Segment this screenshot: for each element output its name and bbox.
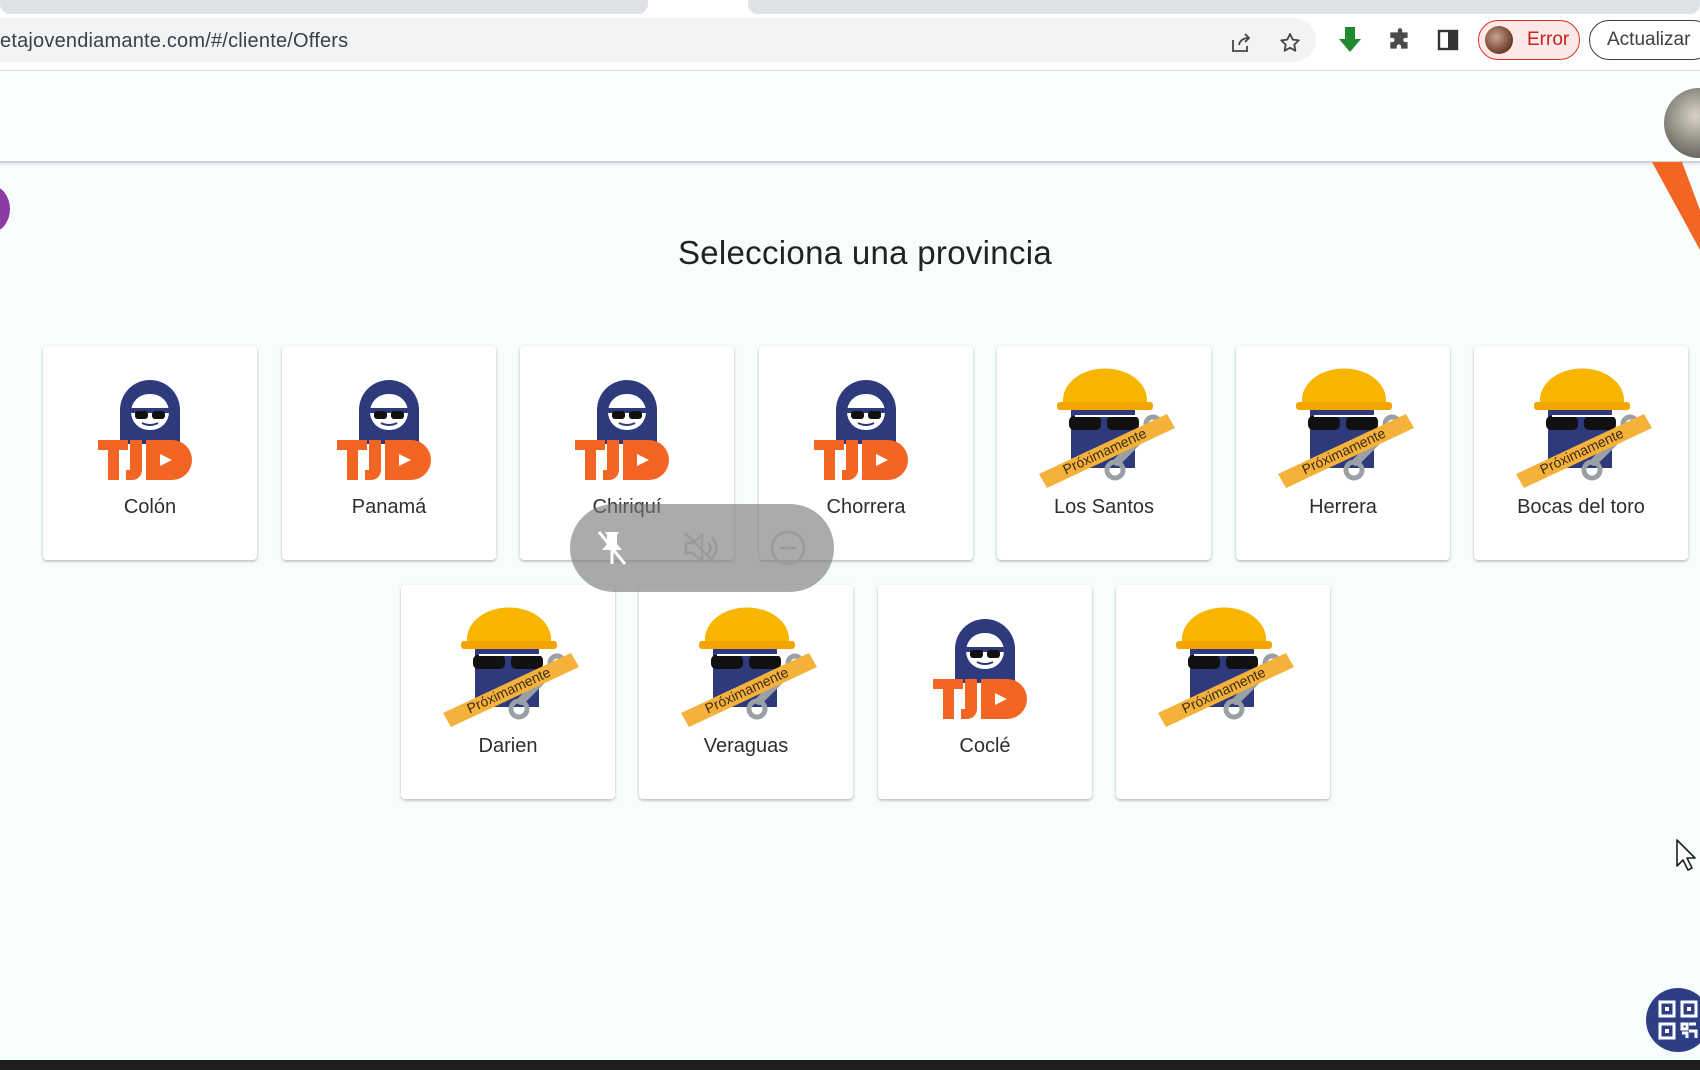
download-arrow-icon[interactable] — [1336, 26, 1364, 54]
province-name: Colón — [123, 496, 177, 518]
coming-soon-icon — [1154, 605, 1294, 733]
coming-soon-icon — [1512, 366, 1652, 494]
province-card-veraguas[interactable]: Veraguas — [639, 585, 853, 799]
province-name: Darien — [478, 735, 538, 757]
url-text[interactable]: etajovendiamante.com/#/cliente/Offers — [0, 30, 348, 53]
side-panel-icon[interactable] — [1434, 26, 1462, 54]
province-card-colon[interactable]: Colón — [43, 346, 257, 560]
update-button[interactable]: Actualizar — [1589, 20, 1700, 60]
province-card-bocas-del-toro[interactable]: Bocas del toro — [1474, 346, 1688, 560]
province-name: Bocas del toro — [1517, 496, 1645, 518]
province-name: Panamá — [351, 496, 427, 518]
coming-soon-icon — [1274, 366, 1414, 494]
tjd-logo-icon — [337, 380, 441, 484]
star-icon[interactable] — [1277, 30, 1303, 56]
province-card-cocle[interactable]: Coclé — [878, 585, 1092, 799]
page-title: Selecciona una provincia — [677, 234, 1053, 271]
coming-soon-icon — [677, 605, 817, 733]
muted-speaker-icon[interactable] — [680, 528, 720, 568]
tjd-logo-icon — [814, 380, 918, 484]
app-header — [0, 71, 1700, 163]
qr-code-button[interactable] — [1646, 988, 1700, 1052]
browser-tabstrip — [0, 0, 1700, 14]
browser-toolbar: etajovendiamante.com/#/cliente/Offers Er… — [0, 14, 1700, 71]
tjd-logo-icon — [98, 380, 202, 484]
province-name: Veraguas — [703, 735, 789, 757]
profile-error-button[interactable]: Error — [1478, 20, 1580, 60]
province-card-herrera[interactable]: Herrera — [1236, 346, 1450, 560]
puzzle-icon[interactable] — [1386, 26, 1414, 54]
media-control-overlay — [570, 504, 834, 592]
profile-error-label: Error — [1527, 29, 1570, 50]
update-button-label: Actualizar — [1607, 29, 1691, 50]
taskbar-edge — [0, 1060, 1700, 1070]
qr-code-icon — [1658, 1000, 1698, 1040]
tjd-logo-icon — [933, 619, 1037, 723]
minus-circle-icon[interactable] — [768, 528, 808, 568]
province-name: Los Santos — [1053, 496, 1155, 518]
coming-soon-icon — [439, 605, 579, 733]
share-icon[interactable] — [1228, 30, 1254, 56]
province-card-los-santos[interactable]: Los Santos — [997, 346, 1211, 560]
province-card-panama[interactable]: Panamá — [282, 346, 496, 560]
address-bar[interactable]: etajovendiamante.com/#/cliente/Offers — [0, 18, 1316, 62]
mouse-cursor-icon — [1676, 839, 1696, 871]
tab-inactive[interactable] — [748, 0, 1700, 14]
decorative-circle — [0, 185, 10, 233]
tab-inactive[interactable] — [0, 0, 648, 14]
pin-off-icon[interactable] — [592, 528, 632, 568]
coming-soon-icon — [1035, 366, 1175, 494]
province-name: Coclé — [959, 735, 1011, 757]
province-name: Herrera — [1309, 496, 1377, 518]
province-card-darien[interactable]: Darien — [401, 585, 615, 799]
province-card-unnamed[interactable] — [1116, 585, 1330, 799]
profile-avatar — [1485, 26, 1513, 54]
tjd-logo-icon — [575, 380, 679, 484]
